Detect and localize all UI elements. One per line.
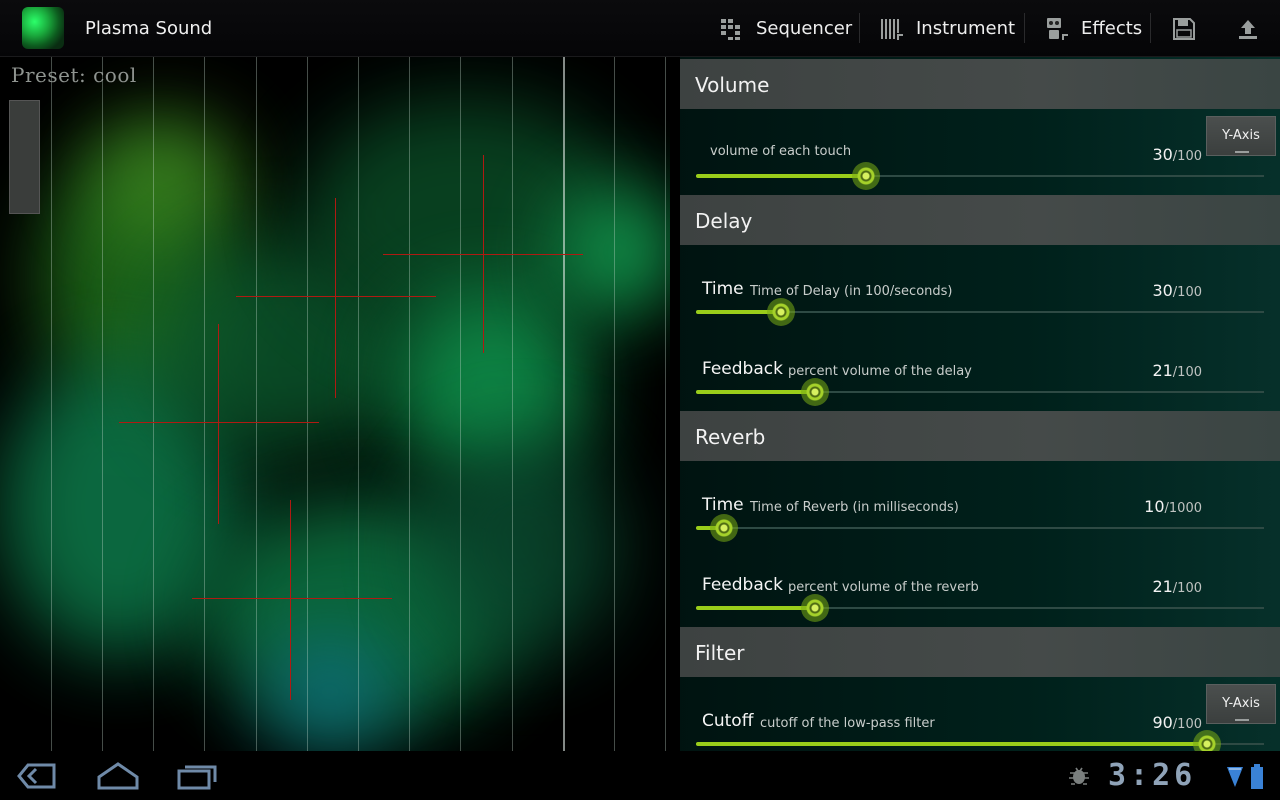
touch-crosshair-v <box>483 155 484 353</box>
grid-line <box>409 57 410 751</box>
grid-line <box>51 57 52 751</box>
effects-label: Effects <box>1081 18 1143 39</box>
volume-description: volume of each touch <box>710 144 852 159</box>
effects-settings-panel: Volume volume of each touch 30/100 Y-Axi… <box>680 57 1280 751</box>
reverb-time-slider-thumb[interactable] <box>710 514 738 542</box>
delay-feedback-label: Feedback <box>702 359 783 379</box>
sequencer-button[interactable]: Sequencer <box>720 0 852 57</box>
save-icon <box>1173 17 1195 40</box>
plasma-canvas[interactable]: Preset: cool <box>0 57 670 751</box>
preset-label: Preset: cool <box>11 63 137 87</box>
action-bar-divider <box>1024 13 1025 43</box>
touch-crosshair-v <box>335 198 336 398</box>
delay-feedback-row: Feedback percent volume of the delay 21/… <box>680 337 1280 417</box>
touch-crosshair-h <box>119 422 319 423</box>
reverb-feedback-slider-thumb[interactable] <box>801 594 829 622</box>
filter-y-axis-button[interactable]: Y-Axis <box>1206 684 1276 724</box>
filter-cutoff-slider-fill <box>696 742 1207 746</box>
filter-cutoff-description: cutoff of the low-pass filter <box>760 716 935 731</box>
delay-time-description: Time of Delay (in 100/seconds) <box>750 284 953 299</box>
section-header-reverb: Reverb <box>680 411 1280 461</box>
filter-cutoff-label: Cutoff <box>702 711 754 731</box>
grid-line <box>204 57 205 751</box>
instrument-label: Instrument <box>916 18 1016 39</box>
instrument-icon <box>881 18 903 40</box>
delay-time-value: 30/100 <box>1152 281 1202 300</box>
touch-crosshair-v <box>290 500 291 700</box>
effects-icon <box>1047 17 1068 40</box>
effects-button[interactable]: Effects <box>1045 0 1142 57</box>
action-bar-divider <box>859 13 860 43</box>
delay-feedback-slider-thumb[interactable] <box>801 378 829 406</box>
debug-icon <box>1069 767 1089 785</box>
grid-line <box>307 57 308 751</box>
reverb-feedback-value: 21/100 <box>1152 577 1202 596</box>
volume-slider-fill <box>696 174 866 178</box>
reverb-feedback-row: Feedback percent volume of the reverb 21… <box>680 553 1280 633</box>
touch-crosshair-h <box>236 296 436 297</box>
section-header-filter: Filter <box>680 627 1280 677</box>
touch-crosshair-v <box>218 324 219 524</box>
delay-feedback-description: percent volume of the delay <box>788 364 972 379</box>
touch-crosshair-h <box>192 598 392 599</box>
volume-slider-thumb[interactable] <box>852 162 880 190</box>
level-meter <box>9 100 40 214</box>
grid-line <box>460 57 461 751</box>
plasma-visualization <box>0 57 670 751</box>
reverb-time-value: 10/1000 <box>1144 497 1202 516</box>
delay-feedback-value: 21/100 <box>1152 361 1202 380</box>
back-icon[interactable] <box>16 761 58 791</box>
delay-time-slider[interactable] <box>696 298 1264 326</box>
recent-apps-icon[interactable] <box>176 761 218 791</box>
grid-line <box>665 57 666 751</box>
reverb-time-row: Time Time of Reverb (in milliseconds) 10… <box>680 473 1280 553</box>
volume-row: volume of each touch 30/100 <box>680 121 1280 201</box>
volume-slider[interactable] <box>696 162 1264 190</box>
reverb-feedback-slider[interactable] <box>696 594 1264 622</box>
clock: 3:26 <box>1108 758 1197 793</box>
filter-cutoff-slider-thumb[interactable] <box>1193 730 1221 751</box>
delay-feedback-slider[interactable] <box>696 378 1264 406</box>
wifi-signal-icon <box>1227 767 1243 787</box>
filter-cutoff-value: 90/100 <box>1152 713 1202 732</box>
delay-time-label: Time <box>702 279 744 299</box>
section-header-volume: Volume <box>680 59 1280 109</box>
grid-line <box>153 57 154 751</box>
delay-time-row: Time Time of Delay (in 100/seconds) 30/1… <box>680 257 1280 337</box>
section-header-delay: Delay <box>680 195 1280 245</box>
reverb-feedback-description: percent volume of the reverb <box>788 580 979 595</box>
grid-line <box>512 57 513 751</box>
filter-cutoff-slider[interactable] <box>696 730 1264 751</box>
grid-line <box>614 57 615 751</box>
grid-line <box>256 57 257 751</box>
reverb-feedback-label: Feedback <box>702 575 783 595</box>
upload-button[interactable] <box>1236 0 1260 57</box>
system-bar <box>0 751 1280 800</box>
app-title: Plasma Sound <box>85 18 213 39</box>
sequencer-icon <box>721 18 740 40</box>
action-bar-divider <box>1150 13 1151 43</box>
grid-line <box>102 57 103 751</box>
app-icon[interactable] <box>22 7 64 49</box>
filter-cutoff-row: Cutoff cutoff of the low-pass filter 90/… <box>680 689 1280 751</box>
delay-time-slider-thumb[interactable] <box>767 298 795 326</box>
instrument-button[interactable]: Instrument <box>880 0 1015 57</box>
action-bar: Plasma Sound Sequencer Instrument Effect… <box>0 0 1280 57</box>
save-button[interactable] <box>1172 0 1196 57</box>
reverb-time-description: Time of Reverb (in milliseconds) <box>750 500 959 515</box>
volume-value: 30/100 <box>1152 145 1202 164</box>
volume-y-axis-button[interactable]: Y-Axis <box>1206 116 1276 156</box>
reverb-time-slider[interactable] <box>696 514 1264 542</box>
grid-line <box>358 57 359 751</box>
upload-icon <box>1239 19 1257 39</box>
home-icon[interactable] <box>96 761 140 791</box>
delay-feedback-slider-fill <box>696 390 815 394</box>
sequencer-label: Sequencer <box>756 18 853 39</box>
reverb-feedback-slider-fill <box>696 606 815 610</box>
battery-icon <box>1251 764 1263 789</box>
grid-line <box>563 57 565 751</box>
reverb-time-label: Time <box>702 495 744 515</box>
